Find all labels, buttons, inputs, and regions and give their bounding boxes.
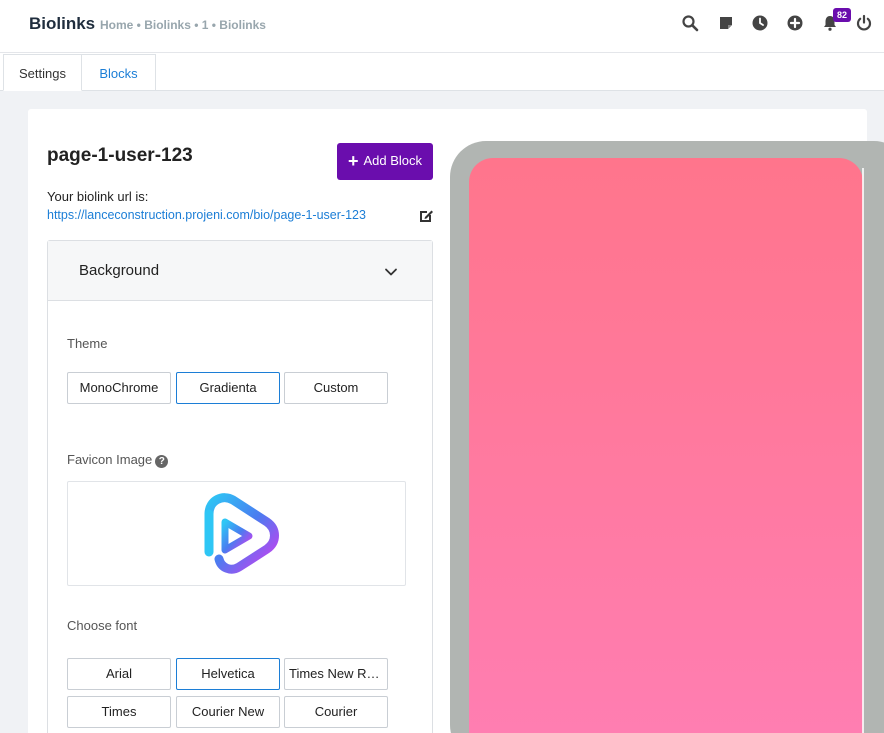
power-icon[interactable] xyxy=(855,14,873,32)
favicon-label: Favicon Image? xyxy=(67,452,169,468)
clock-icon[interactable] xyxy=(751,14,769,32)
plus-icon: + xyxy=(347,151,359,171)
theme-label: Theme xyxy=(67,336,108,351)
theme-option-custom[interactable]: Custom xyxy=(284,372,388,404)
chevron-down-icon xyxy=(384,265,398,279)
notification-badge: 82 xyxy=(833,8,851,22)
biolink-url-link[interactable]: https://lanceconstruction.projeni.com/bi… xyxy=(47,208,366,222)
favicon-logo xyxy=(204,493,279,574)
breadcrumb: Home • Biolinks • 1 • Biolinks xyxy=(100,18,266,32)
font-option-courier-new[interactable]: Courier New xyxy=(176,696,280,728)
biolink-url-label: Your biolink url is: xyxy=(47,189,149,204)
phone-preview-screen xyxy=(469,158,863,733)
tab-blocks[interactable]: Blocks xyxy=(82,54,156,91)
sticky-note-icon[interactable] xyxy=(717,14,735,32)
font-option-arial[interactable]: Arial xyxy=(67,658,171,690)
theme-option-monochrome[interactable]: MonoChrome xyxy=(67,372,171,404)
tab-bar: Settings Blocks xyxy=(0,53,884,91)
top-bar: Biolinks Home • Biolinks • 1 • Biolinks … xyxy=(0,0,884,53)
font-option-helvetica[interactable]: Helvetica xyxy=(176,658,280,690)
theme-option-gradienta[interactable]: Gradienta xyxy=(176,372,280,404)
background-panel-title: Background xyxy=(79,262,160,279)
favicon-label-text: Favicon Image xyxy=(67,452,153,467)
biolink-page-name: page-1-user-123 xyxy=(47,145,193,166)
background-panel-header[interactable]: Background xyxy=(48,241,432,301)
add-block-label: Add Block xyxy=(363,153,423,168)
phone-preview-edge xyxy=(862,168,864,733)
favicon-image-box[interactable] xyxy=(67,481,406,586)
font-option-times[interactable]: Times xyxy=(67,696,171,728)
edit-icon[interactable] xyxy=(418,208,434,224)
font-option-courier[interactable]: Courier xyxy=(284,696,388,728)
font-option-times-new-roman[interactable]: Times New Roman xyxy=(284,658,388,690)
add-block-button[interactable]: + Add Block xyxy=(337,143,433,180)
search-icon[interactable] xyxy=(681,14,699,32)
tab-settings[interactable]: Settings xyxy=(3,54,82,91)
plus-circle-icon[interactable] xyxy=(786,14,804,32)
page-title: Biolinks xyxy=(29,14,96,33)
choose-font-label: Choose font xyxy=(67,618,138,633)
help-icon[interactable]: ? xyxy=(155,455,169,468)
